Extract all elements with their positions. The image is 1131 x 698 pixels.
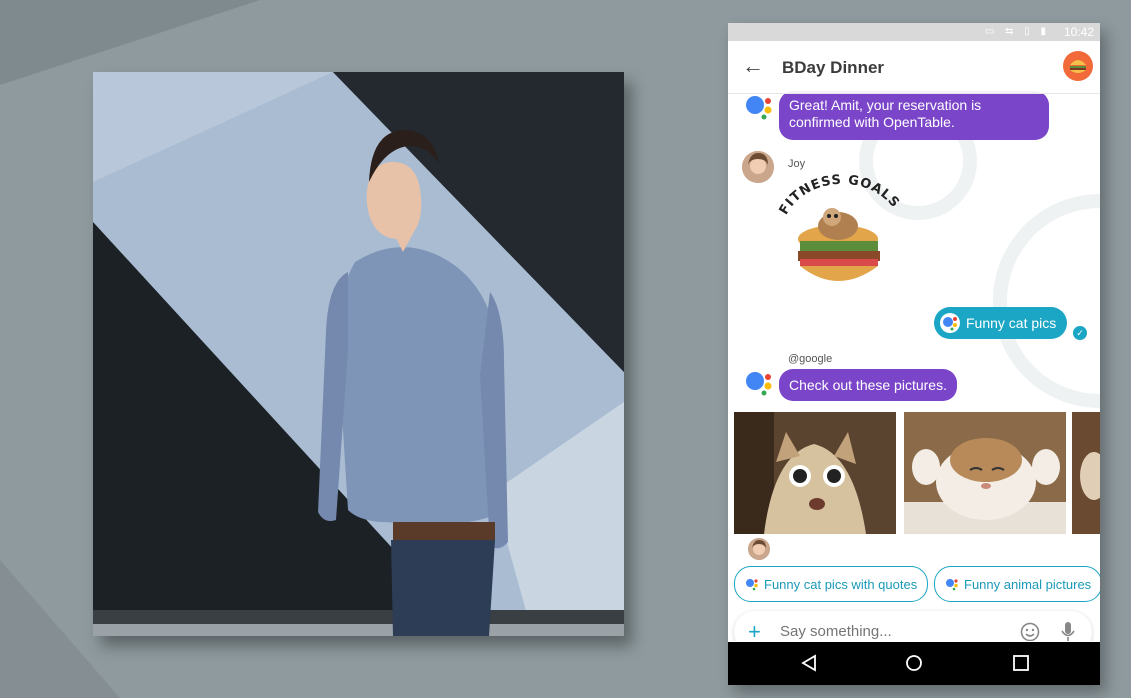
- status-bar: ▭ ⇆ ▯ ▮ 10:42: [728, 23, 1100, 41]
- android-nav-bar: [728, 642, 1100, 685]
- emoji-icon[interactable]: [1020, 622, 1040, 641]
- google-assistant-icon: [746, 372, 772, 396]
- assistant-handle: @google: [788, 353, 833, 365]
- nav-recents-icon[interactable]: [1012, 654, 1030, 672]
- chip-funny-animal-pictures[interactable]: Funny animal pictures: [934, 566, 1100, 602]
- cat-image-carousel[interactable]: [734, 412, 1100, 534]
- plus-icon[interactable]: +: [748, 619, 761, 641]
- joy-avatar-image: [742, 151, 774, 183]
- conversation-title: BDay Dinner: [782, 58, 885, 77]
- suggestion-chips: Funny cat pics with quotes Funny animal …: [734, 566, 1100, 602]
- sender-name-joy: Joy: [788, 158, 806, 170]
- cat-image-3[interactable]: [1072, 412, 1100, 534]
- cat-image-2[interactable]: [904, 412, 1066, 534]
- chat-body[interactable]: Great! Amit, your reservation is confirm…: [728, 41, 1100, 641]
- chip-label: Funny animal pictures: [964, 576, 1092, 592]
- nav-home-icon[interactable]: [905, 654, 923, 672]
- cat-image-1[interactable]: [734, 412, 896, 534]
- assistant-confirmation-bubble: Great! Amit, your reservation is confirm…: [779, 91, 1049, 140]
- check-icon: ✓: [1073, 326, 1087, 340]
- joy-avatar[interactable]: [742, 151, 774, 183]
- back-arrow-icon[interactable]: ←: [742, 53, 764, 79]
- status-time: 10:42: [1063, 25, 1094, 39]
- stage-scene: [93, 72, 624, 636]
- chip-label: Funny cat pics with quotes: [764, 576, 918, 592]
- status-icons: ▭ ⇆ ▯ ▮: [984, 26, 1050, 37]
- message-composer: +: [734, 611, 1092, 641]
- fitness-goals-sticker[interactable]: FITNESS GOALS: [776, 171, 906, 291]
- group-avatar-icon[interactable]: [1063, 51, 1093, 81]
- message-input[interactable]: [778, 622, 1002, 641]
- assistant-reply-bubble: Check out these pictures.: [779, 369, 957, 401]
- presenter-video: [93, 72, 624, 636]
- phone-screen: ▭ ⇆ ▯ ▮ 10:42 Great! Amit, your reservat…: [728, 23, 1100, 685]
- chip-funny-cat-pics-with-quotes[interactable]: Funny cat pics with quotes: [734, 566, 929, 602]
- nav-back-icon[interactable]: [800, 654, 818, 672]
- google-assistant-icon: [746, 579, 758, 591]
- google-assistant-icon: [940, 313, 960, 333]
- joy-small-avatar: [748, 538, 770, 560]
- google-assistant-icon: [946, 579, 958, 591]
- google-assistant-icon: [746, 96, 772, 120]
- svg-text:FITNESS GOALS: FITNESS GOALS: [777, 173, 903, 218]
- app-bar: ← BDay Dinner: [728, 41, 1100, 94]
- user-message-bubble: Funny cat pics: [934, 307, 1068, 339]
- user-message-text: Funny cat pics: [966, 315, 1057, 331]
- mic-icon[interactable]: [1060, 621, 1076, 641]
- sticker-image: FITNESS GOALS: [777, 173, 903, 281]
- sticker-caption: FITNESS GOALS: [777, 173, 902, 218]
